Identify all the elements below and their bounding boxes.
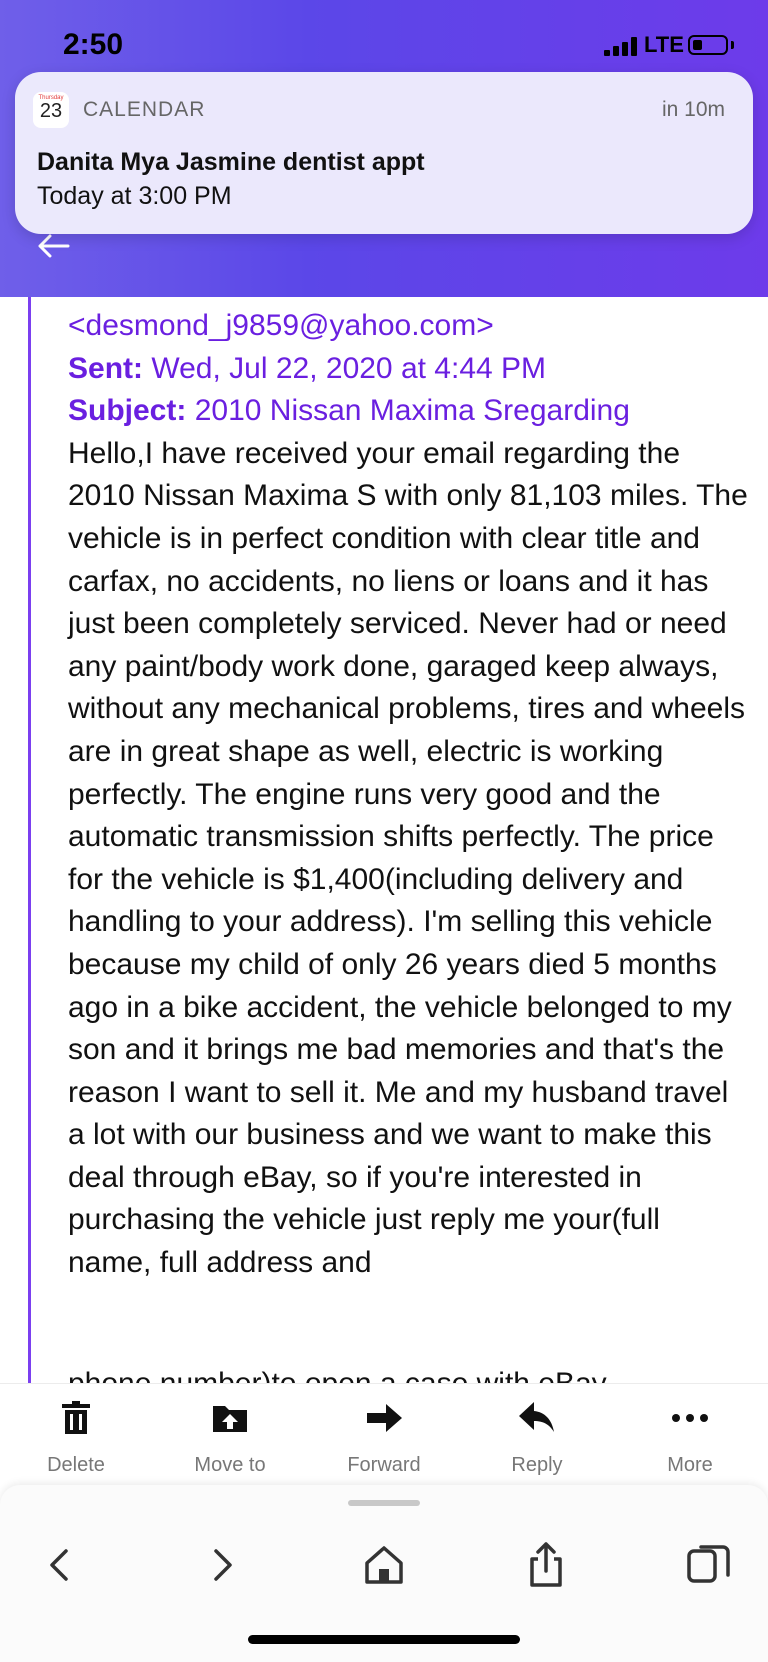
status-bar: 2:50 LTE	[0, 0, 768, 90]
calendar-icon-date: 23	[39, 100, 63, 122]
email-action-toolbar: Delete Move to Forward Reply More	[0, 1383, 768, 1486]
forward-button[interactable]: Forward	[324, 1384, 444, 1486]
battery-icon	[688, 35, 728, 55]
back-chevron-icon[interactable]	[34, 1539, 86, 1591]
message-text: Hello,I have received your email regardi…	[68, 436, 748, 1280]
tabs-icon[interactable]	[682, 1539, 734, 1591]
forward-chevron-icon[interactable]	[196, 1539, 248, 1591]
notification-title: Danita Mya Jasmine dentist appt	[37, 148, 425, 176]
back-arrow-icon[interactable]	[36, 232, 72, 260]
home-indicator[interactable]	[248, 1635, 520, 1644]
more-dots-icon	[672, 1414, 708, 1422]
calendar-notification[interactable]: Thursday 23 CALENDAR in 10m Danita Mya J…	[15, 72, 753, 234]
quoted-message: <desmond_j9859@yahoo.com> Sent: Wed, Jul…	[68, 305, 748, 1285]
more-label: More	[667, 1454, 713, 1476]
battery-tip	[731, 41, 734, 49]
from-email[interactable]: <desmond_j9859@yahoo.com>	[68, 305, 748, 348]
browser-bottom-bar	[0, 1485, 768, 1662]
message-cut-line: phone number)to open a case with eBay	[68, 1367, 607, 1383]
cell-signal-icon	[604, 36, 640, 56]
network-type: LTE	[644, 32, 684, 57]
share-icon[interactable]	[520, 1539, 572, 1591]
quote-bar	[28, 297, 31, 1383]
status-time: 2:50	[63, 28, 124, 61]
folder-move-icon	[213, 1406, 247, 1432]
sent-value: Wed, Jul 22, 2020 at 4:44 PM	[151, 351, 547, 385]
trash-icon	[62, 1401, 90, 1434]
reply-label: Reply	[511, 1454, 563, 1476]
subject-value: 2010 Nissan Maxima Sregarding	[194, 394, 630, 428]
subject-line: Subject: 2010 Nissan Maxima Sregarding	[68, 390, 748, 433]
delete-label: Delete	[47, 1454, 105, 1476]
forward-label: Forward	[347, 1454, 421, 1476]
reply-arrow-icon	[519, 1402, 554, 1432]
subject-label: Subject:	[68, 394, 187, 428]
email-body[interactable]: <desmond_j9859@yahoo.com> Sent: Wed, Jul…	[0, 297, 768, 1383]
reply-button[interactable]: Reply	[477, 1384, 597, 1486]
notification-subtitle: Today at 3:00 PM	[37, 182, 232, 210]
calendar-app-icon: Thursday 23	[33, 92, 69, 128]
sent-line: Sent: Wed, Jul 22, 2020 at 4:44 PM	[68, 348, 748, 391]
move-to-label: Move to	[194, 1454, 266, 1476]
more-button[interactable]: More	[630, 1384, 750, 1486]
home-icon[interactable]	[358, 1539, 410, 1591]
sent-label: Sent:	[68, 351, 143, 385]
delete-button[interactable]: Delete	[16, 1384, 136, 1486]
move-to-button[interactable]: Move to	[170, 1384, 290, 1486]
sheet-grabber[interactable]	[348, 1500, 420, 1506]
notification-app-name: CALENDAR	[83, 98, 206, 121]
notification-time: in 10m	[661, 98, 725, 121]
forward-arrow-icon	[367, 1404, 402, 1432]
